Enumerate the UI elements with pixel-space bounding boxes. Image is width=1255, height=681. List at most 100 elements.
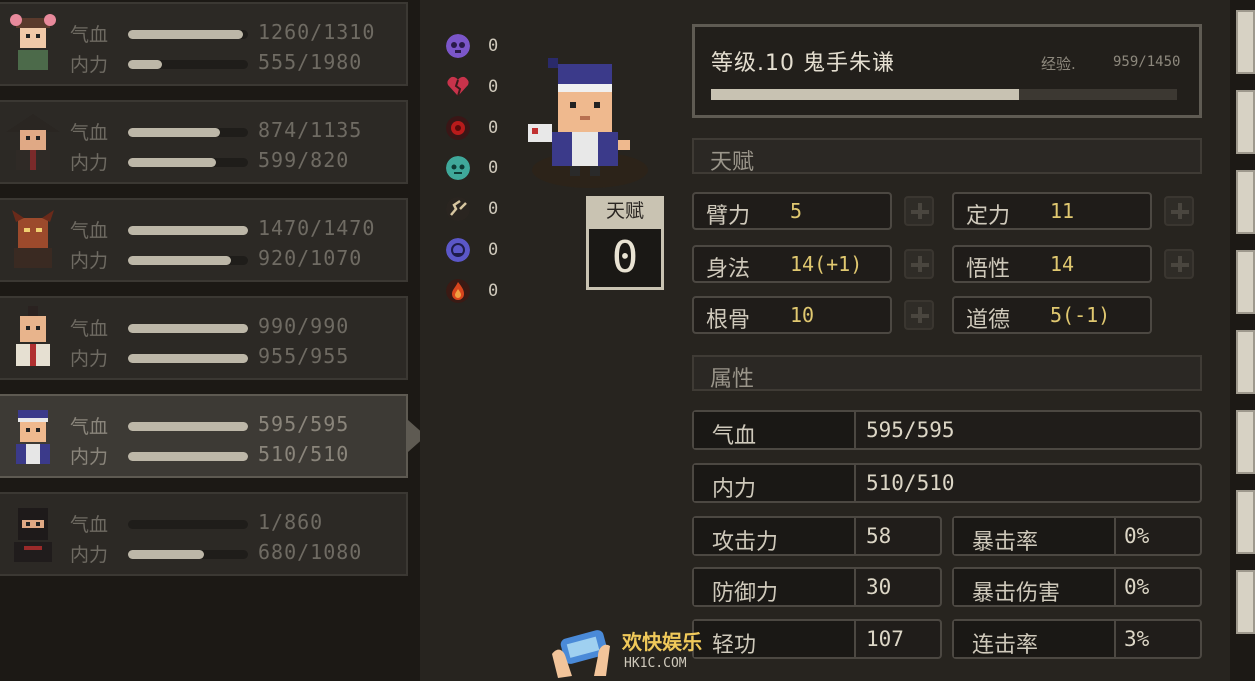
mp-value: 920/1070 [258,246,363,270]
stat-mp: 内力 510/510 [692,463,1202,503]
section-title: 属性 [710,367,755,392]
status-freeze[interactable]: 0 [446,156,526,184]
status-dizzy[interactable]: 0 [446,197,526,225]
status-confuse[interactable]: 0 [446,238,526,266]
stat-value: 0% [1124,524,1150,548]
stat-qinggong: 轻功 107 [692,619,942,659]
mp-bar [128,354,248,363]
hp-value: 595/595 [258,412,350,436]
stat-combo-rate: 连击率 3% [952,619,1202,659]
hp-value: 1/860 [258,510,324,534]
broken-heart-icon [447,76,469,97]
talent-name: 身法 [706,257,751,282]
character-name: 等级.10 鬼手朱谦 [711,51,895,76]
status-count: 0 [488,281,499,301]
confuse-icon [446,238,470,262]
add-constitution-button[interactable] [904,300,934,330]
stat-value: 595/595 [866,418,955,442]
talent-name: 根骨 [706,308,751,333]
talent-name: 定力 [966,204,1011,229]
talent-points-label: 天赋 [586,196,664,226]
hp-bar [128,520,248,529]
status-broken-heart[interactable]: 0 [446,75,526,103]
status-poison[interactable]: 0 [446,116,526,144]
talent-value: 5(-1) [1050,303,1111,327]
stat-crit-damage: 暴击伤害 0% [952,567,1202,607]
mp-value: 555/1980 [258,50,363,74]
status-fire[interactable]: 0 [446,279,526,307]
talent-strength: 臂力 5 [692,192,892,230]
attribute-section-header: 属性 [692,355,1202,392]
side-tab[interactable] [1236,250,1255,314]
dizzy-icon [446,197,470,221]
stat-value: 510/510 [866,471,955,495]
side-tab[interactable] [1236,410,1255,474]
add-agility-button[interactable] [904,249,934,279]
gamepad-hand-icon [552,630,610,678]
party-member-2[interactable]: 气血 874/1135 内力 599/820 [0,100,408,184]
party-member-5-selected[interactable]: 气血 595/595 内力 510/510 [0,394,408,478]
hp-bar [128,422,248,431]
section-title: 天赋 [710,150,755,175]
side-tab[interactable] [1236,570,1255,634]
stat-label: 暴击率 [972,530,1039,555]
mp-bar [128,158,248,167]
watermark-url: HK1C.COM [624,656,687,671]
skull-icon [446,34,470,58]
mp-label: 内力 [70,348,109,370]
hp-label: 气血 [70,122,109,144]
status-skull[interactable]: 0 [446,34,526,62]
status-count: 0 [488,240,499,260]
mp-bar [128,452,248,461]
party-member-3[interactable]: 气血 1470/1470 内力 920/1070 [0,198,408,282]
warrior-portrait-icon [16,306,50,366]
hp-value: 1470/1470 [258,216,376,240]
add-insight-button[interactable] [1164,249,1194,279]
hp-value: 874/1135 [258,118,363,142]
exp-value: 959/1450 [1113,54,1181,70]
talent-name: 道德 [966,308,1011,333]
hp-label: 气血 [70,24,109,46]
side-tab[interactable] [1236,90,1255,154]
party-list: 气血 1260/1310 内力 555/1980 气血 874/1135 内力 … [0,0,426,681]
straw-hat-portrait-icon [6,114,60,170]
stat-label: 暴击伤害 [972,581,1061,606]
mp-bar [128,60,248,69]
talent-section-header: 天赋 [692,138,1202,175]
status-count: 0 [488,118,499,138]
side-tab[interactable] [1236,330,1255,394]
status-count: 0 [488,199,499,219]
hp-bar [128,30,248,39]
talent-points-value: 0 [586,226,664,290]
exp-label: 经验. [1041,55,1076,73]
stat-value: 3% [1124,627,1150,651]
stat-label: 连击率 [972,633,1039,658]
exp-bar [711,89,1177,100]
side-tab-strip [1230,0,1255,681]
side-tab[interactable] [1236,170,1255,234]
watermark: 欢快娱乐 HK1C.COM [548,624,718,681]
side-tab[interactable] [1236,10,1255,74]
mp-label: 内力 [70,544,109,566]
mp-bar [128,550,248,559]
side-tab[interactable] [1236,490,1255,554]
demon-portrait-icon [12,210,54,268]
party-member-1[interactable]: 气血 1260/1310 内力 555/1980 [0,2,408,86]
add-strength-button[interactable] [904,196,934,226]
stat-label: 防御力 [712,581,779,606]
mp-bar [128,256,248,265]
hp-label: 气血 [70,318,109,340]
hp-bar [128,324,248,333]
party-member-6[interactable]: 气血 1/860 内力 680/1080 [0,492,408,576]
freeze-icon [446,156,470,180]
stat-value: 107 [866,627,904,651]
party-member-4[interactable]: 气血 990/990 内力 955/955 [0,296,408,380]
stat-value: 58 [866,524,892,548]
talent-name: 悟性 [966,257,1011,282]
mp-value: 680/1080 [258,540,363,564]
poison-icon [446,116,470,140]
talent-value: 5 [790,199,803,223]
character-header: 等级.10 鬼手朱谦 经验. 959/1450 [692,24,1202,118]
status-count: 0 [488,36,499,56]
add-focus-button[interactable] [1164,196,1194,226]
